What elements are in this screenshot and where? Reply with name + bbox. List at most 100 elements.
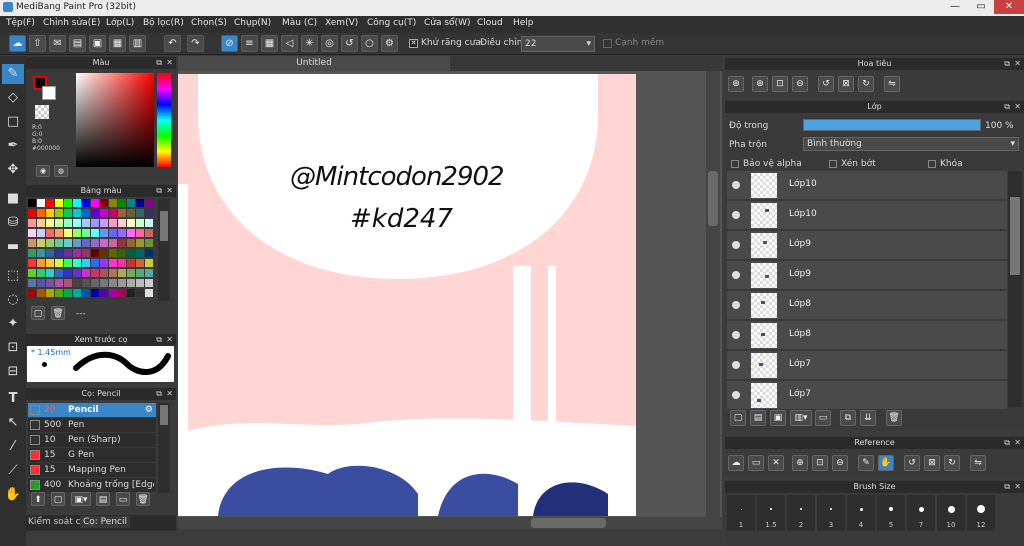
duplicate-layer-icon[interactable]: ⧉ <box>840 410 856 426</box>
palette-swatch[interactable] <box>46 249 54 257</box>
brush-add-menu-icon[interactable]: ▣▾ <box>71 492 91 506</box>
zoom-out-icon[interactable]: ⊖ <box>792 76 808 92</box>
share-icon[interactable]: ⇧ <box>29 35 46 52</box>
redo-icon[interactable]: ↷ <box>187 35 204 52</box>
palette-swatch[interactable] <box>136 209 144 217</box>
palette-swatch[interactable] <box>55 249 63 257</box>
rotate-left-icon[interactable]: ↺ <box>818 76 834 92</box>
palette-swatch[interactable] <box>73 209 81 217</box>
ref-flip-icon[interactable]: ⇋ <box>970 455 986 471</box>
palette-swatch[interactable] <box>55 289 63 297</box>
palette-swatch[interactable] <box>109 219 117 227</box>
new-layer-icon[interactable]: ▢ <box>730 410 746 426</box>
antialias-checkbox[interactable]: ✕ <box>409 39 418 48</box>
palette-swatch[interactable] <box>136 199 144 207</box>
menu-cloud[interactable]: Cloud <box>477 18 503 28</box>
palette-swatch[interactable] <box>109 279 117 287</box>
palette-swatch[interactable] <box>46 199 54 207</box>
visibility-eye-icon[interactable] <box>732 181 740 189</box>
tab-canvas[interactable]: Untitled <box>178 56 450 71</box>
palette-swatch[interactable] <box>46 209 54 217</box>
menu-snap[interactable]: Chụp(N) <box>234 18 271 28</box>
eraser-tool-icon[interactable]: ◇ <box>2 88 24 108</box>
palette-swatch[interactable] <box>145 209 153 217</box>
snap-off-icon[interactable]: ⊘ <box>221 35 238 52</box>
palette-swatch[interactable] <box>73 259 81 267</box>
palette-swatch[interactable] <box>37 279 45 287</box>
palette-swatch[interactable] <box>109 229 117 237</box>
visibility-eye-icon[interactable] <box>732 271 740 279</box>
select-tool-icon[interactable]: ⬚ <box>2 266 24 286</box>
palette-swatch[interactable] <box>145 239 153 247</box>
brush-settings-icon[interactable]: ▤ <box>96 492 110 506</box>
drawing-canvas[interactable]: @Mintcodon2902 #kd247 <box>178 74 636 516</box>
new-file-icon[interactable]: ▤ <box>69 35 86 52</box>
palette-swatch[interactable] <box>55 239 63 247</box>
layer-row[interactable]: Lớp7 <box>727 381 1007 410</box>
new-halftone-layer-icon[interactable]: ▤ <box>750 410 766 426</box>
clipping-checkbox[interactable] <box>829 160 837 168</box>
palette-swatch[interactable] <box>91 259 99 267</box>
palette-swatch[interactable] <box>145 249 153 257</box>
undock-icon[interactable]: ⧉ <box>156 57 162 69</box>
brush-settings-gear-icon[interactable]: ⚙ <box>145 403 153 417</box>
ref-fit-window-icon[interactable]: ⊠ <box>924 455 940 471</box>
palette-swatch[interactable] <box>136 219 144 227</box>
palette-swatch[interactable] <box>118 209 126 217</box>
palette-swatch[interactable] <box>145 229 153 237</box>
palette-swatch[interactable] <box>100 229 108 237</box>
brush-size-option[interactable]: 7 <box>907 495 935 531</box>
palette-swatch[interactable] <box>100 249 108 257</box>
folder-icon[interactable]: ▭ <box>116 492 130 506</box>
merge-layer-icon[interactable]: ⇊ <box>860 410 876 426</box>
visibility-eye-icon[interactable] <box>732 211 740 219</box>
close-icon[interactable]: ✕ <box>1014 437 1021 449</box>
palette-swatch[interactable] <box>82 199 90 207</box>
menu-file[interactable]: Tệp(F) <box>6 18 35 28</box>
select-eraser-icon[interactable]: ⊟ <box>2 362 24 382</box>
palette-swatch[interactable] <box>145 199 153 207</box>
palette-swatch[interactable] <box>136 229 144 237</box>
ref-rotate-right-icon[interactable]: ↻ <box>944 455 960 471</box>
palette-swatch[interactable] <box>109 209 117 217</box>
palette-swatch[interactable] <box>145 269 153 277</box>
brush-size-option[interactable]: 2 <box>787 495 815 531</box>
palette-swatch[interactable] <box>109 199 117 207</box>
palette-swatch[interactable] <box>37 269 45 277</box>
palette-swatch[interactable] <box>28 289 36 297</box>
curve-snap-icon[interactable]: ↺ <box>341 35 358 52</box>
palette-swatch[interactable] <box>82 249 90 257</box>
operation-tool-icon[interactable]: ↖ <box>2 413 24 433</box>
palette-scrollbar[interactable] <box>158 199 170 301</box>
opacity-slider[interactable] <box>803 119 981 131</box>
transparent-color-swatch[interactable] <box>35 105 49 119</box>
vertical-scroll-thumb[interactable] <box>708 171 718 226</box>
palette-swatch[interactable] <box>73 229 81 237</box>
menu-select[interactable]: Chọn(S) <box>191 18 227 28</box>
menu-view[interactable]: Xem(V) <box>325 18 358 28</box>
fill-rect-tool-icon[interactable]: ■ <box>2 189 24 209</box>
palette-swatch[interactable] <box>127 249 135 257</box>
palette-swatch[interactable] <box>100 289 108 297</box>
palette-swatch[interactable] <box>28 279 36 287</box>
brush-tool-icon[interactable]: ✎ <box>2 64 24 84</box>
menu-edit[interactable]: Chỉnh sửa(E) <box>43 18 100 28</box>
palette-swatch[interactable] <box>118 259 126 267</box>
palette-swatch[interactable] <box>28 259 36 267</box>
ref-fit-icon[interactable]: ⊡ <box>812 455 828 471</box>
grid-icon[interactable]: ▦ <box>109 35 126 52</box>
palette-swatch[interactable] <box>145 289 153 297</box>
layer-row[interactable]: Lớp9 <box>727 261 1007 290</box>
palette-swatch[interactable] <box>91 279 99 287</box>
rotate-right-icon[interactable]: ↻ <box>858 76 874 92</box>
layout-icon[interactable]: ▥ <box>129 35 146 52</box>
palette-swatch[interactable] <box>91 289 99 297</box>
palette-swatch[interactable] <box>37 249 45 257</box>
crosshatch-snap-icon[interactable]: ▦ <box>261 35 278 52</box>
menu-color[interactable]: Màu (C) <box>282 18 317 28</box>
horizontal-scrollbar[interactable] <box>178 517 722 529</box>
palette-swatch[interactable] <box>73 249 81 257</box>
palette-swatch[interactable] <box>64 269 72 277</box>
close-icon[interactable]: ✕ <box>166 388 173 400</box>
close-icon[interactable]: ✕ <box>166 334 173 346</box>
